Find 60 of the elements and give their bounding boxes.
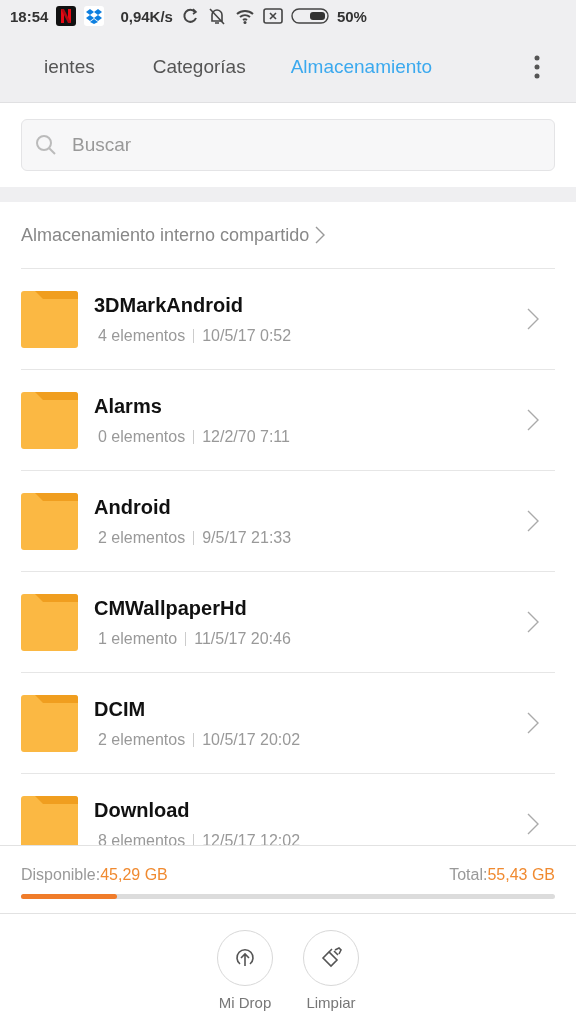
item-count: 4 elementos — [98, 326, 186, 345]
total-space: Total:55,43 GB — [449, 866, 555, 884]
modified-date: 9/5/17 21:33 — [202, 528, 292, 547]
tab[interactable]: ientes — [44, 56, 95, 78]
search-field[interactable]: Buscar — [21, 119, 555, 171]
folder-name: 3DMarkAndroid — [94, 293, 244, 317]
battery-percentage: 50% — [336, 7, 367, 25]
folder-item[interactable]: 3DMarkAndroid 4 elementos 10/5/17 0:52 — [21, 269, 555, 370]
folder-item[interactable]: CMWallpaperHd 1 elemento 11/5/17 20:46 — [21, 572, 555, 673]
clean-button[interactable] — [303, 930, 359, 986]
chevron-right-icon — [315, 226, 326, 244]
no-sim-icon — [262, 8, 283, 24]
folder-name: CMWallpaperHd — [94, 596, 248, 620]
item-count: 2 elementos — [98, 730, 186, 749]
item-count: 2 elementos — [98, 528, 186, 547]
item-count: 1 elemento — [98, 629, 178, 648]
modified-date: 11/5/17 20:46 — [194, 629, 291, 648]
action-label: Limpiar — [306, 994, 356, 1011]
muted-bell-icon — [206, 7, 227, 25]
chevron-right-icon — [527, 308, 539, 330]
box-icon — [84, 6, 105, 26]
upload-button[interactable] — [217, 930, 273, 986]
folder-icon — [21, 391, 78, 449]
modified-date: 12/5/17 12:02 — [202, 831, 301, 845]
folder-name: Download — [94, 798, 191, 822]
folder-item[interactable]: Android 2 elementos 9/5/17 21:33 — [21, 471, 555, 572]
app-icon — [56, 6, 77, 26]
brush-icon — [320, 947, 342, 969]
sync-icon — [180, 7, 199, 25]
folder-name: DCIM — [94, 697, 147, 721]
chevron-right-icon — [527, 712, 539, 734]
upload-icon — [234, 947, 256, 969]
folder-icon — [21, 290, 78, 348]
item-count: 8 elementos — [98, 831, 186, 845]
wifi-icon — [234, 8, 255, 24]
chevron-right-icon — [527, 510, 539, 532]
more-menu-icon[interactable] — [534, 55, 540, 79]
breadcrumb[interactable]: Almacenamiento interno compartido — [21, 202, 555, 269]
folder-name: Android — [94, 495, 172, 519]
folder-item[interactable]: DCIM 2 elementos 10/5/17 20:02 — [21, 673, 555, 774]
folder-icon — [21, 694, 78, 752]
item-count: 0 elementos — [98, 427, 186, 446]
chevron-right-icon — [527, 813, 539, 835]
action-label: Mi Drop — [218, 994, 272, 1011]
modified-date: 10/5/17 20:02 — [202, 730, 301, 749]
folder-icon — [21, 593, 78, 651]
chevron-right-icon — [527, 611, 539, 633]
available-space: Disponible:45,29 GB — [21, 866, 168, 884]
folder-item[interactable]: Alarms 0 elementos 12/2/70 7:11 — [21, 370, 555, 471]
clock-time: 18:54 — [10, 7, 49, 25]
folder-icon — [21, 492, 78, 550]
chevron-right-icon — [527, 409, 539, 431]
folder-name: Alarms — [94, 394, 163, 418]
network-speed: 0,94K/s — [120, 7, 173, 25]
modified-date: 12/2/70 7:11 — [202, 427, 290, 446]
tab[interactable]: Categorías — [152, 56, 246, 78]
battery-icon — [290, 8, 329, 24]
folder-icon — [21, 795, 78, 845]
modified-date: 10/5/17 0:52 — [202, 326, 292, 345]
search-icon — [35, 134, 57, 156]
